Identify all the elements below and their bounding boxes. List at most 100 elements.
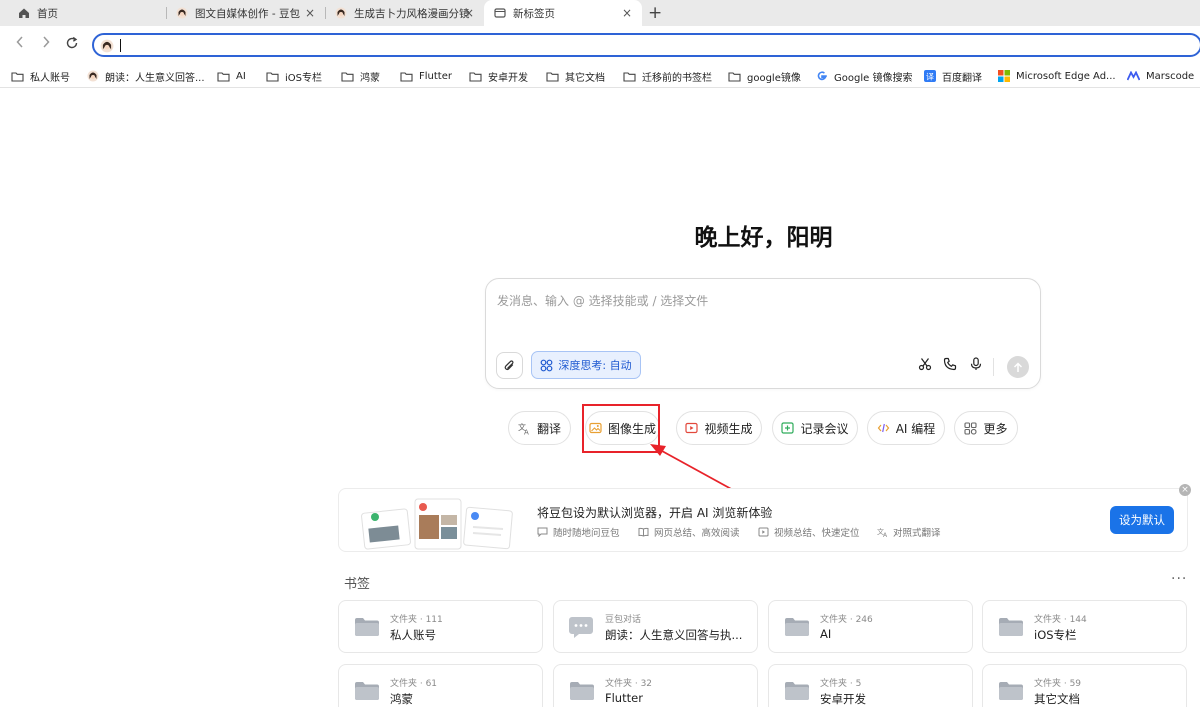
bookmark-label: 百度翻译 [942,72,982,84]
bookmark-label: AI [236,70,246,82]
marscode-icon [1127,71,1140,81]
video-icon [685,422,699,434]
banner-feature-label: 网页总结、高效阅读 [654,528,740,539]
skill-ai-coding[interactable]: AI 编程 [867,411,945,445]
skill-more[interactable]: 更多 [954,411,1018,445]
greeting-title: 晚上好，阳明 [694,225,833,251]
bookmark-private-accounts[interactable]: 私人账号 [11,68,70,84]
card-title: 其它文档 [1034,692,1080,706]
newtab-page-icon [494,7,506,19]
skill-video-generation[interactable]: 视频生成 [676,411,762,445]
forward-button[interactable] [41,35,51,53]
reload-button[interactable] [65,36,79,54]
bookmark-edge-addons[interactable]: Microsoft Edge Ad... [998,68,1116,84]
attach-button[interactable] [496,352,523,379]
more-apps-icon [964,421,978,435]
doubao-avatar-icon [335,7,347,19]
bookmark-ios[interactable]: iOS专栏 [266,68,322,84]
card-meta: 文件夹 · 144 [1034,615,1087,625]
bookmark-card[interactable]: 文件夹 · 144 iOS专栏 [982,600,1187,653]
google-icon [816,70,828,82]
bookmark-card[interactable]: 文件夹 · 111 私人账号 [338,600,543,653]
bookmark-label: 朗读：人生意义回答... [105,72,205,84]
bookmark-marscode[interactable]: Marscode [1127,68,1194,84]
bookmarks-more-button[interactable]: ··· [1171,571,1187,587]
compare-translate-icon: 文A [877,527,888,537]
folder-icon [217,71,230,82]
bookmark-label: 迁移前的书签栏 [642,72,712,84]
phone-icon [943,357,957,371]
bookmark-google-mirror[interactable]: google镜像 [728,68,801,84]
set-default-button[interactable]: 设为默认 [1110,506,1174,534]
scissors-button[interactable] [918,357,932,371]
close-icon[interactable]: × [622,6,632,20]
banner-feature: 文A 对照式翻译 [877,525,941,539]
bookmark-card[interactable]: 文件夹 · 5 安卓开发 [768,664,973,707]
folder-icon [546,71,559,82]
call-button[interactable] [943,357,957,371]
bookmark-other-docs[interactable]: 其它文档 [546,68,605,84]
banner-feature: 网页总结、高效阅读 [638,525,740,539]
folder-icon [999,618,1023,640]
meeting-icon [781,422,795,434]
tab-doubao-creation[interactable]: 图文自媒体创作 - 豆包 × [167,0,325,26]
bookmark-flutter[interactable]: Flutter [400,68,452,84]
bookmark-label: iOS专栏 [285,72,322,84]
bookmark-card[interactable]: 文件夹 · 246 AI [768,600,973,653]
tab-title: 图文自媒体创作 - 豆包 [195,7,300,20]
voice-button[interactable] [969,357,983,371]
bookmark-harmony[interactable]: 鸿蒙 [341,68,380,84]
close-icon[interactable]: × [305,6,315,20]
skill-translate[interactable]: 文A 翻译 [508,411,571,445]
bookmark-card[interactable]: 文件夹 · 59 其它文档 [982,664,1187,707]
banner-feature-label: 视频总结、快速定位 [774,528,860,539]
close-icon[interactable]: × [464,6,474,20]
bookmark-card[interactable]: 文件夹 · 32 Flutter [553,664,758,707]
send-button[interactable] [1007,356,1029,378]
chat-input-box[interactable]: 发消息、输入 @ 选择技能或 / 选择文件 深度思考: 自动 [485,278,1041,389]
bookmark-label: Google 镜像搜索 [834,72,913,84]
bookmarks-section-title: 书签 [344,577,371,592]
banner-close-button[interactable]: × [1179,484,1191,496]
skill-record-meeting[interactable]: 记录会议 [772,411,858,445]
folder-icon [355,618,379,640]
folder-icon [266,71,279,82]
bookmark-read-aloud[interactable]: 朗读：人生意义回答... [87,68,205,84]
skill-label: 更多 [983,421,1008,436]
bookmark-ai[interactable]: AI [217,68,246,84]
folder-icon [11,71,24,82]
svg-text:A: A [524,428,529,435]
paperclip-icon [504,359,514,370]
deep-think-button[interactable]: 深度思考: 自动 [531,351,641,379]
card-title: Flutter [605,691,643,705]
tab-strip: 首页 图文自媒体创作 - 豆包 × 生成吉卜力风格漫画分镜 × 新标签页 × + [0,0,1200,26]
folder-icon [570,682,594,704]
tab-new-tab[interactable]: 新标签页 × [484,0,642,26]
doubao-avatar-icon [176,7,188,19]
chat-placeholder[interactable]: 发消息、输入 @ 选择技能或 / 选择文件 [497,292,708,309]
book-icon [638,527,649,537]
bookmark-baidu-translate[interactable]: 译 百度翻译 [924,68,982,84]
card-title: 安卓开发 [820,692,866,706]
video-summary-icon [758,527,769,537]
microsoft-icon [998,70,1010,82]
chevron-right-icon [43,36,50,48]
new-tab-button[interactable]: + [648,3,662,23]
address-bar[interactable] [92,33,1200,57]
tab-home[interactable]: 首页 [10,0,170,26]
bookmark-android[interactable]: 安卓开发 [469,68,528,84]
bookmark-card[interactable]: 豆包对话 朗读：人生意义回答与执... [553,600,758,653]
back-button[interactable] [15,35,25,53]
chevron-left-icon [16,36,23,48]
svg-text:译: 译 [926,72,934,81]
code-icon [877,422,890,434]
card-title: iOS专栏 [1034,628,1077,642]
bookmark-label: 鸿蒙 [360,72,380,84]
tab-ghibli-storyboard[interactable]: 生成吉卜力风格漫画分镜 × [326,0,484,26]
svg-text:A: A [883,532,888,537]
bookmark-card[interactable]: 文件夹 · 61 鸿蒙 [338,664,543,707]
bookmark-migrated[interactable]: 迁移前的书签栏 [623,68,712,84]
doubao-avatar-icon [87,70,99,82]
card-meta: 文件夹 · 246 [820,615,873,625]
bookmark-google-search[interactable]: Google 镜像搜索 [816,68,912,84]
